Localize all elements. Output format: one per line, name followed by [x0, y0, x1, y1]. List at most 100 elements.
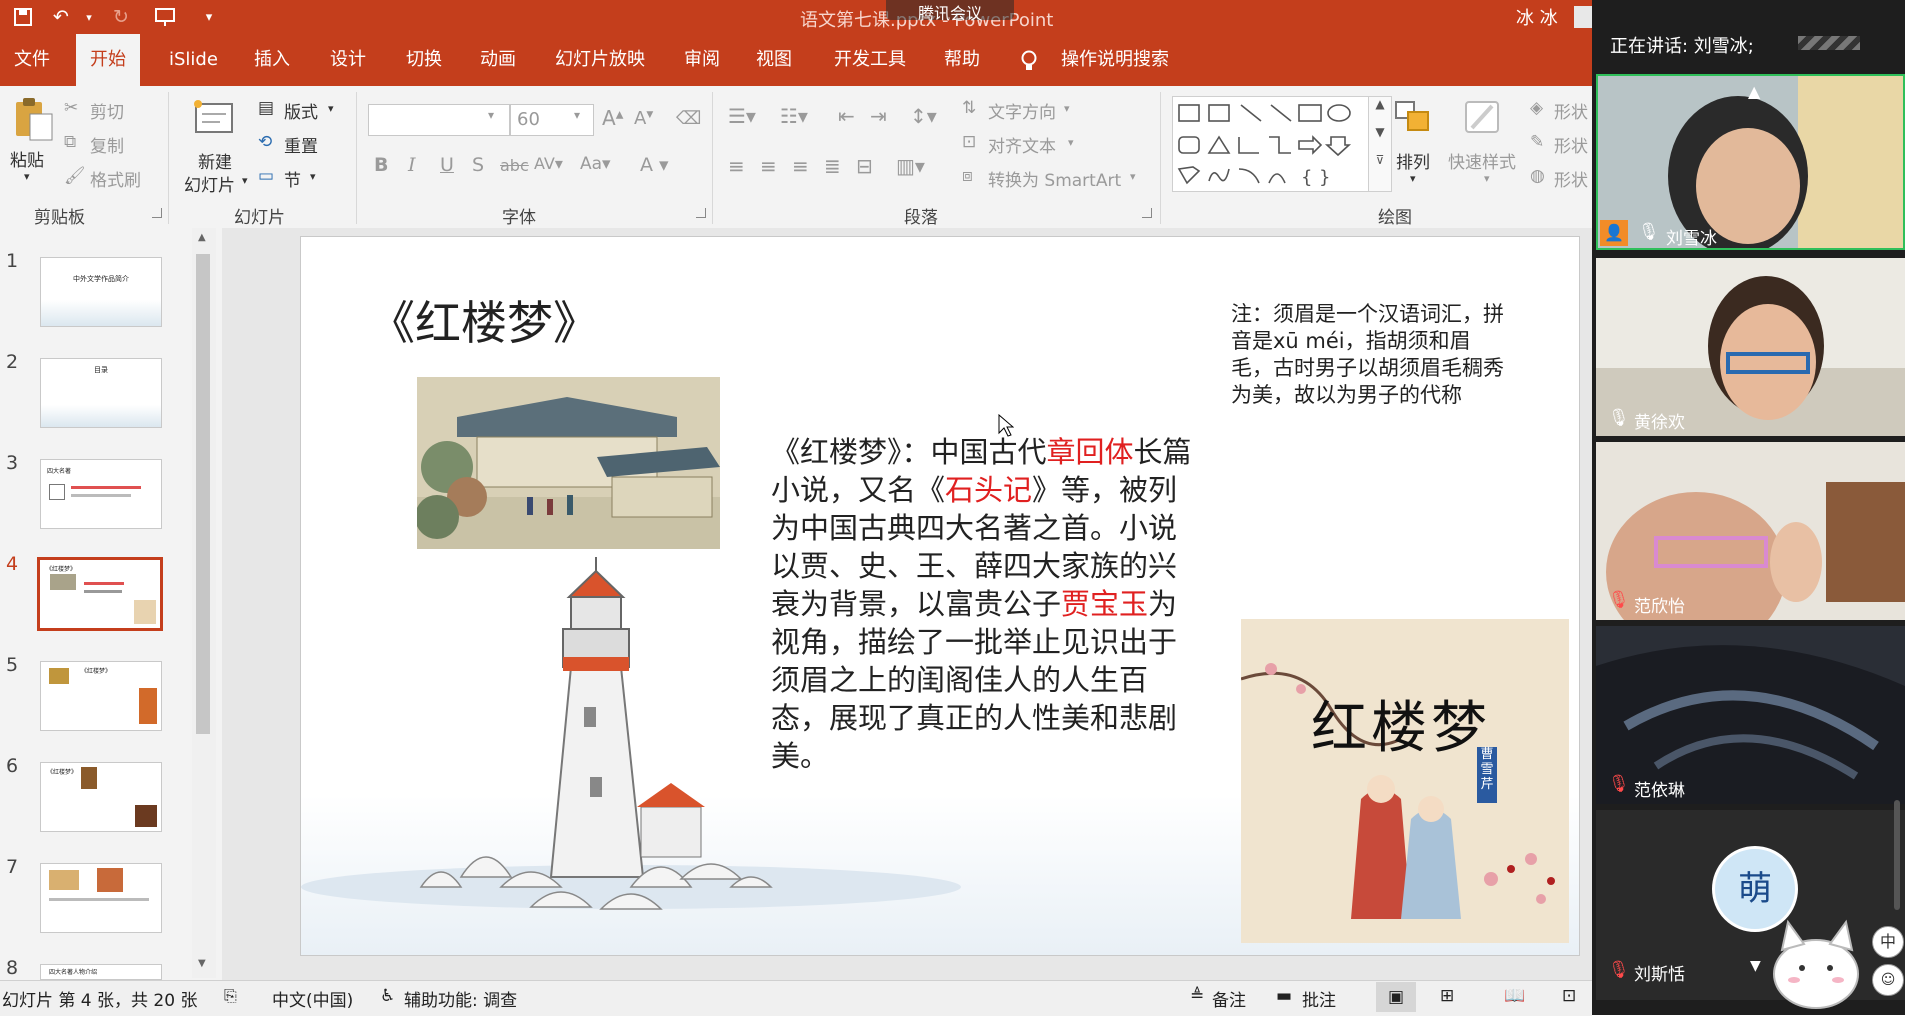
text-direction-icon[interactable]: ⇅	[962, 98, 976, 118]
slide-thumbnail-5[interactable]: 《红楼梦》	[40, 661, 162, 731]
bullets-icon[interactable]: ☰▾	[728, 104, 756, 128]
reset-button[interactable]: 重置	[284, 132, 318, 157]
shape-effects-icon[interactable]: ◍	[1530, 166, 1545, 186]
slide-thumbnail-7[interactable]	[40, 863, 162, 933]
garden-painting-image[interactable]	[417, 377, 720, 549]
align-text-dropdown-icon[interactable]: ▾	[1068, 136, 1074, 149]
accessibility-status[interactable]: 辅助功能: 调查	[404, 986, 517, 1011]
slide-thumbnail-6[interactable]: 《红楼梦》	[40, 762, 162, 832]
comments-icon[interactable]: ▬	[1276, 986, 1292, 1006]
tab-insert[interactable]: 插入	[240, 34, 304, 86]
arrange-dropdown-icon[interactable]: ▾	[1410, 172, 1416, 185]
font-color-icon[interactable]: A ▾	[640, 154, 669, 176]
italic-icon[interactable]: I	[408, 154, 416, 176]
slide-thumbnail-2[interactable]: 目录	[40, 358, 162, 428]
slide-sorter-icon[interactable]: ⊞	[1440, 986, 1454, 1006]
grow-font-icon[interactable]: A▲	[602, 106, 623, 130]
collapse-arrow-icon[interactable]: ▲	[1748, 82, 1760, 101]
font-size-dropdown-icon[interactable]: ▾	[574, 108, 580, 122]
paste-icon[interactable]	[12, 96, 56, 146]
notes-icon[interactable]: ≜	[1190, 986, 1204, 1006]
align-center-icon[interactable]: ≡	[760, 154, 777, 178]
align-text-icon[interactable]: ⊡	[962, 132, 976, 152]
new-slide-icon[interactable]	[192, 98, 236, 142]
new-slide-button[interactable]: 新建	[198, 148, 232, 173]
comments-button[interactable]: 批注	[1302, 986, 1336, 1011]
shape-fill-button[interactable]: 形状	[1554, 98, 1588, 123]
slide-note-text[interactable]: 注：须眉是一个汉语词汇，拼音是xū méi，指胡须和眉毛，古时男子以胡须眉毛稠秀…	[1231, 301, 1511, 409]
tell-me-search[interactable]: 操作说明搜索	[1061, 34, 1169, 86]
scroll-up-icon[interactable]: ▲	[198, 232, 206, 243]
font-name-dropdown-icon[interactable]: ▾	[488, 108, 494, 122]
font-size-combo[interactable]: 60	[510, 104, 594, 136]
normal-view-icon[interactable]: ▣	[1376, 982, 1416, 1012]
thumbnail-scrollbar[interactable]: ▲ ▼	[192, 228, 216, 978]
layout-dropdown-icon[interactable]: ▾	[328, 102, 334, 115]
slideshow-view-icon[interactable]: ⊡	[1562, 986, 1576, 1006]
undo-dropdown-icon[interactable]: ▾	[76, 4, 102, 30]
tab-transitions[interactable]: 切换	[392, 34, 456, 86]
tab-view[interactable]: 视图	[742, 34, 806, 86]
smartart-icon[interactable]: ⧈	[962, 166, 973, 186]
meeting-indicator[interactable]: 腾讯会议	[886, 0, 1014, 23]
numbering-icon[interactable]: ☷▾	[780, 104, 808, 128]
tab-developer[interactable]: 开发工具	[820, 34, 920, 86]
character-spacing-icon[interactable]: AV▾	[534, 154, 563, 173]
convert-smartart-button[interactable]: 转换为 SmartArt	[988, 166, 1121, 191]
clipboard-launcher-icon[interactable]	[152, 208, 162, 218]
slide-thumbnail-3[interactable]: 四大名著	[40, 459, 162, 529]
expand-arrow-icon[interactable]: ▼	[1750, 958, 1761, 974]
redo-icon[interactable]: ↻	[108, 4, 134, 30]
increase-indent-icon[interactable]: ⇥	[870, 104, 887, 128]
font-launcher-icon[interactable]	[696, 208, 706, 218]
line-spacing-icon[interactable]: ↕▾	[910, 104, 937, 128]
bold-icon[interactable]: B	[374, 154, 388, 176]
slide-thumbnail-8[interactable]: 四大名著人物介绍	[40, 964, 162, 980]
change-case-icon[interactable]: Aa▾	[580, 154, 611, 174]
arrange-button[interactable]: 排列	[1396, 148, 1430, 173]
save-icon[interactable]	[10, 4, 36, 30]
slide-body-text[interactable]: 《红楼梦》：中国古代章回体长篇小说，又名《石头记》等，被列为中国古典四大名著之首…	[771, 433, 1201, 775]
quick-styles-button[interactable]: 快速样式	[1448, 148, 1516, 173]
arrange-icon[interactable]	[1392, 98, 1434, 142]
smartart-dropdown-icon[interactable]: ▾	[1130, 170, 1136, 183]
section-button[interactable]: 节	[284, 166, 301, 191]
justify-icon[interactable]: ≣	[824, 154, 841, 178]
align-right-icon[interactable]: ≡	[792, 154, 809, 178]
section-dropdown-icon[interactable]: ▾	[310, 170, 316, 183]
clear-formatting-icon[interactable]: ⌫	[676, 108, 701, 129]
cut-icon[interactable]: ✂	[64, 98, 78, 118]
align-text-button[interactable]: 对齐文本	[988, 132, 1056, 157]
slideshow-from-start-icon[interactable]	[152, 4, 178, 30]
quick-styles-dropdown-icon[interactable]: ▾	[1484, 172, 1490, 185]
tab-design[interactable]: 设计	[316, 34, 380, 86]
cut-button[interactable]: 剪切	[90, 98, 124, 123]
tab-help[interactable]: 帮助	[930, 34, 994, 86]
tab-file[interactable]: 文件	[0, 34, 64, 86]
shapes-gallery[interactable]: {}	[1172, 96, 1370, 192]
shape-outline-icon[interactable]: ✎	[1530, 132, 1544, 152]
underline-icon[interactable]: U	[440, 154, 454, 176]
section-icon[interactable]: ▭	[258, 166, 274, 186]
undo-icon[interactable]: ↶	[48, 4, 74, 30]
shape-fill-icon[interactable]: ◈	[1530, 98, 1543, 118]
new-slide-label[interactable]: 幻灯片	[184, 171, 235, 196]
copy-icon[interactable]: ⧉	[64, 132, 76, 152]
paragraph-launcher-icon[interactable]	[1142, 208, 1152, 218]
shapes-gallery-scroll[interactable]: ▲ ▼ ⊽	[1368, 96, 1392, 192]
book-cover-image[interactable]: 红楼梦 曹雪芹	[1241, 619, 1569, 943]
meeting-scrollbar[interactable]	[1894, 800, 1900, 910]
shape-effects-button[interactable]: 形状	[1554, 166, 1588, 191]
account-name[interactable]: 冰 冰	[1516, 4, 1558, 30]
text-shadow-icon[interactable]: S	[472, 154, 484, 176]
spellcheck-icon[interactable]: ⎘	[224, 986, 237, 1006]
layout-icon[interactable]: ▤	[258, 98, 274, 118]
tab-slideshow[interactable]: 幻灯片放映	[541, 34, 659, 86]
tab-animations[interactable]: 动画	[466, 34, 530, 86]
reset-icon[interactable]: ⟲	[258, 132, 272, 152]
tab-home[interactable]: 开始	[76, 34, 140, 86]
quick-styles-icon[interactable]	[1462, 98, 1506, 144]
paste-dropdown-icon[interactable]: ▾	[24, 170, 30, 183]
paste-button[interactable]: 粘贴	[10, 146, 44, 171]
decrease-indent-icon[interactable]: ⇤	[838, 104, 855, 128]
